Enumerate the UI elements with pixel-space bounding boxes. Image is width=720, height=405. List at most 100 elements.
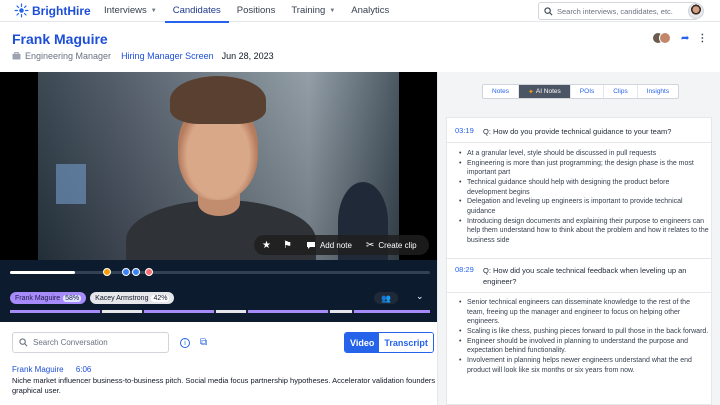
question-row[interactable]: 03:19 Q: How do you provide technical gu… xyxy=(455,126,711,137)
conversation-search[interactable] xyxy=(12,332,169,353)
candidate-name[interactable]: Frank Maguire xyxy=(12,31,108,47)
share-icon[interactable]: ➦ xyxy=(681,33,689,44)
timeline-note-marker[interactable] xyxy=(103,268,111,276)
answer-bullets: At a granular level, style should be dis… xyxy=(459,149,709,246)
list-item: Engineering is more than just programmin… xyxy=(459,159,709,178)
transcript-speaker[interactable]: Frank Maguire xyxy=(12,365,64,374)
brighthire-logo-icon xyxy=(14,3,29,18)
role: Engineering Manager xyxy=(12,51,111,61)
nav-training[interactable]: Training ▼ xyxy=(283,0,343,22)
list-item: Delegation and leveling up engineers is … xyxy=(459,197,709,216)
flag-icon[interactable]: ⚑ xyxy=(283,240,292,251)
user-avatar[interactable] xyxy=(688,3,704,19)
nav-positions[interactable]: Positions xyxy=(229,0,284,22)
divider xyxy=(447,258,711,259)
nav-analytics[interactable]: Analytics xyxy=(343,0,397,22)
timeline-note-marker[interactable] xyxy=(132,268,140,276)
list-item: Introducing design documents and explain… xyxy=(459,217,709,246)
list-item: Scaling is like chess, pushing pieces fo… xyxy=(459,327,709,337)
list-item: Senior technical engineers can dissemina… xyxy=(459,298,709,327)
divider xyxy=(447,142,711,143)
timeline-note-marker[interactable] xyxy=(145,268,153,276)
timeline-note-marker[interactable] xyxy=(122,268,130,276)
nav-interviews-label: Interviews xyxy=(104,5,147,16)
playback-progress-bar[interactable] xyxy=(10,271,430,274)
nav-positions-label: Positions xyxy=(236,5,276,16)
create-clip-label: Create clip xyxy=(378,240,417,250)
list-item: Technical guidance should help with desi… xyxy=(459,178,709,197)
side-panel-tabs: Notes ✦ AI Notes POIs Clips Insights xyxy=(482,84,680,99)
create-clip-button[interactable]: ✂ Create clip xyxy=(366,240,417,251)
nav-training-label: Training xyxy=(291,5,326,16)
comment-icon xyxy=(306,241,315,249)
star-icon[interactable]: ★ xyxy=(262,240,271,251)
transcript-toggle-button[interactable]: Transcript xyxy=(379,333,433,352)
nav-interviews[interactable]: Interviews ▼ xyxy=(96,0,165,22)
tab-pois[interactable]: POIs xyxy=(571,85,605,98)
briefcase-icon xyxy=(12,52,21,60)
transcript-text: Niche market influencer business-to-busi… xyxy=(12,376,436,396)
nav-candidates-label: Candidates xyxy=(172,5,221,16)
video-toggle-button[interactable]: Video xyxy=(345,333,380,352)
speaker-percentage: 42% xyxy=(151,294,170,302)
tab-notes[interactable]: Notes xyxy=(483,85,519,98)
clip-toolbar: ★ ⚑ Add note ✂ Create clip xyxy=(254,235,429,255)
question-text: Q: How did you scale technical feedback … xyxy=(483,266,687,287)
interview-date: Jun 28, 2023 xyxy=(221,51,274,61)
conversation-search-input[interactable] xyxy=(33,338,163,347)
scissors-icon: ✂ xyxy=(365,239,375,251)
divider xyxy=(447,292,711,293)
view-toggle: Video Transcript xyxy=(344,332,434,353)
speaker-timeline[interactable] xyxy=(10,310,430,313)
interview-meta: Engineering Manager Hiring Manager Scree… xyxy=(12,51,274,61)
header-actions: ➦ ⋮ xyxy=(652,32,707,44)
brand-logo[interactable]: BrightHire xyxy=(14,3,96,18)
search-icon xyxy=(19,338,28,347)
tab-ai-notes[interactable]: ✦ AI Notes xyxy=(518,85,571,98)
top-navigation: BrightHire Interviews ▼ Candidates Positi… xyxy=(0,0,720,23)
transcript-timestamp[interactable]: 6:06 xyxy=(76,365,92,374)
sparkle-icon: ✦ xyxy=(527,88,534,96)
interview-stage-link[interactable]: Hiring Manager Screen xyxy=(121,51,214,61)
list-item: At a granular level, style should be dis… xyxy=(459,149,709,159)
speaker-tracks: Frank Maguire 58% Kacey Armstrong 42% xyxy=(10,292,178,304)
nav-analytics-label: Analytics xyxy=(351,5,390,16)
copy-icon[interactable]: ⧉ xyxy=(200,337,210,348)
people-icon[interactable]: 👥 xyxy=(374,292,398,304)
side-panel: Notes ✦ AI Notes POIs Clips Insights 03:1… xyxy=(437,72,720,405)
speaker-percentage: 58% xyxy=(63,294,82,302)
add-note-button[interactable]: Add note xyxy=(306,241,352,250)
question-timestamp[interactable]: 08:29 xyxy=(455,265,483,288)
info-icon[interactable]: i xyxy=(180,338,190,348)
chevron-down-icon[interactable]: ⌄ xyxy=(416,291,424,302)
more-options-icon[interactable]: ⋮ xyxy=(697,33,707,44)
transcript-entry-header: Frank Maguire 6:06 xyxy=(12,365,91,374)
question-text: Q: How do you provide technical guidance… xyxy=(483,127,672,136)
global-search[interactable] xyxy=(538,2,698,20)
candidate-video-image xyxy=(38,72,399,260)
tab-ai-notes-label: AI Notes xyxy=(535,88,561,95)
list-item: Engineer should be involved in planning … xyxy=(459,337,709,356)
list-item: Involvement in planning helps newer engi… xyxy=(459,356,709,375)
role-label: Engineering Manager xyxy=(25,51,112,61)
nav-candidates[interactable]: Candidates xyxy=(164,0,229,23)
speaker-name: Frank Maguire xyxy=(15,294,61,302)
speaker-chip[interactable]: Kacey Armstrong 42% xyxy=(90,292,175,304)
tab-clips[interactable]: Clips xyxy=(604,85,638,98)
global-search-input[interactable] xyxy=(557,6,695,16)
search-icon xyxy=(544,6,553,15)
video-frame[interactable] xyxy=(0,72,437,260)
speaker-name: Kacey Armstrong xyxy=(95,294,149,302)
add-note-label: Add note xyxy=(319,240,352,250)
video-player[interactable] xyxy=(0,72,437,322)
tab-insights[interactable]: Insights xyxy=(638,85,678,98)
answer-bullets: Senior technical engineers can dissemina… xyxy=(459,298,709,375)
chevron-down-icon: ▼ xyxy=(329,7,336,14)
question-row[interactable]: 08:29 Q: How did you scale technical fee… xyxy=(455,265,711,288)
playback-progress-fill xyxy=(10,271,76,274)
ai-notes-card: 03:19 Q: How do you provide technical gu… xyxy=(446,117,712,405)
question-timestamp[interactable]: 03:19 xyxy=(455,126,483,137)
interviewer-avatar[interactable] xyxy=(659,32,671,44)
chevron-down-icon: ▼ xyxy=(150,7,157,14)
speaker-chip[interactable]: Frank Maguire 58% xyxy=(10,292,87,304)
